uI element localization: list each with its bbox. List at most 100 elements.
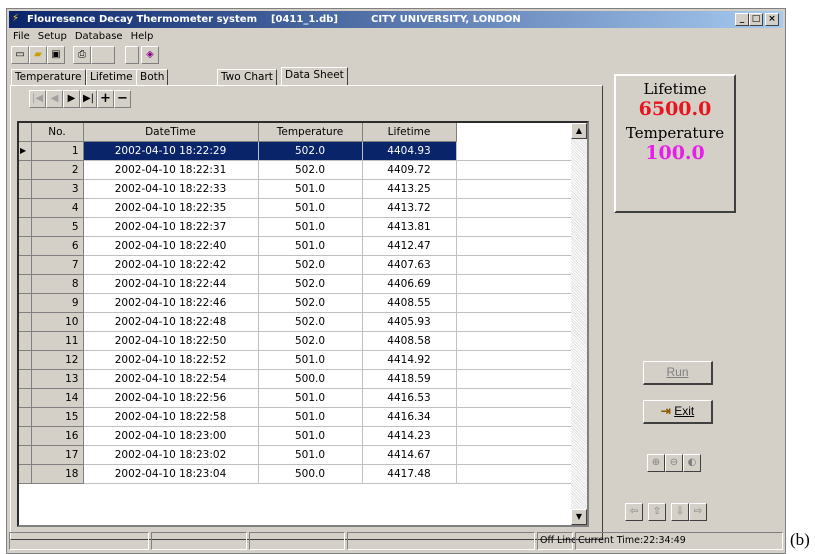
zoom-in-icon[interactable]: ⊕ [647, 454, 665, 472]
minimize-button[interactable]: _ [735, 13, 749, 26]
cell-lifetime[interactable]: 4414.67 [362, 445, 457, 465]
table-row[interactable]: 2 2002-04-10 18:22:31 502.0 4409.72 [19, 160, 575, 180]
table-row[interactable]: 17 2002-04-10 18:23:02 501.0 4414.67 [19, 445, 575, 465]
cell-temperature[interactable]: 500.0 [258, 369, 363, 389]
table-row[interactable]: 14 2002-04-10 18:22:56 501.0 4416.53 [19, 388, 575, 408]
table-row[interactable]: 18 2002-04-10 18:23:04 500.0 4417.48 [19, 464, 575, 484]
run-button[interactable]: Run [643, 361, 713, 385]
cell-datetime[interactable]: 2002-04-10 18:22:42 [83, 255, 259, 275]
table-row[interactable]: 12 2002-04-10 18:22:52 501.0 4414.92 [19, 350, 575, 370]
cell-lifetime[interactable]: 4414.23 [362, 426, 457, 446]
cell-lifetime[interactable]: 4414.92 [362, 350, 457, 370]
cell-temperature[interactable]: 502.0 [258, 293, 363, 313]
cell-lifetime[interactable]: 4413.25 [362, 179, 457, 199]
cell-no[interactable]: 11 [31, 331, 84, 351]
maximize-button[interactable]: □ [749, 13, 763, 26]
cell-lifetime[interactable]: 4407.63 [362, 255, 457, 275]
pan-right-icon[interactable]: ⇨ [689, 503, 707, 521]
cell-temperature[interactable]: 502.0 [258, 160, 363, 180]
cell-lifetime[interactable]: 4413.81 [362, 217, 457, 237]
cell-lifetime[interactable]: 4404.93 [362, 141, 457, 161]
cell-no[interactable]: 8 [31, 274, 84, 294]
scroll-down-icon[interactable]: ▼ [571, 509, 587, 525]
cell-datetime[interactable]: 2002-04-10 18:22:35 [83, 198, 259, 218]
menu-file[interactable]: File [9, 29, 34, 45]
zoom-out-icon[interactable]: ⊖ [665, 454, 683, 472]
next-record-icon[interactable]: ▶ [63, 90, 80, 108]
cell-temperature[interactable]: 501.0 [258, 217, 363, 237]
cell-temperature[interactable]: 500.0 [258, 464, 363, 484]
tab-temperature[interactable]: Temperature [11, 69, 86, 85]
cell-lifetime[interactable]: 4412.47 [362, 236, 457, 256]
cell-no[interactable]: 5 [31, 217, 84, 237]
menu-setup[interactable]: Setup [34, 29, 71, 45]
cell-no[interactable]: 4 [31, 198, 84, 218]
cell-no[interactable]: 7 [31, 255, 84, 275]
save-icon[interactable]: ▣ [47, 46, 65, 64]
cell-temperature[interactable]: 501.0 [258, 407, 363, 427]
cell-temperature[interactable]: 501.0 [258, 388, 363, 408]
pan-up-icon[interactable]: ⇧ [648, 503, 666, 521]
cell-datetime[interactable]: 2002-04-10 18:22:40 [83, 236, 259, 256]
tab-two-chart[interactable]: Two Chart [217, 69, 277, 85]
pan-left-icon[interactable]: ⇦ [625, 503, 643, 521]
cell-temperature[interactable]: 501.0 [258, 236, 363, 256]
cell-temperature[interactable]: 501.0 [258, 179, 363, 199]
cell-lifetime[interactable]: 4416.34 [362, 407, 457, 427]
cell-datetime[interactable]: 2002-04-10 18:22:31 [83, 160, 259, 180]
cell-datetime[interactable]: 2002-04-10 18:22:58 [83, 407, 259, 427]
scroll-up-icon[interactable]: ▲ [571, 123, 587, 139]
open-folder-icon[interactable]: ▰ [29, 46, 47, 64]
cell-lifetime[interactable]: 4406.69 [362, 274, 457, 294]
table-row[interactable]: 6 2002-04-10 18:22:40 501.0 4412.47 [19, 236, 575, 256]
reset-zoom-icon[interactable]: ◐ [683, 454, 701, 472]
cell-lifetime[interactable]: 4405.93 [362, 312, 457, 332]
table-row[interactable]: 8 2002-04-10 18:22:44 502.0 4406.69 [19, 274, 575, 294]
new-file-icon[interactable]: ▭ [11, 46, 29, 64]
table-row[interactable]: 16 2002-04-10 18:23:00 501.0 4414.23 [19, 426, 575, 446]
cell-no[interactable]: 9 [31, 293, 84, 313]
cell-no[interactable]: 6 [31, 236, 84, 256]
last-record-icon[interactable]: ▶| [80, 90, 97, 108]
cell-no[interactable]: 16 [31, 426, 84, 446]
table-row[interactable]: 10 2002-04-10 18:22:48 502.0 4405.93 [19, 312, 575, 332]
cell-no[interactable]: 14 [31, 388, 84, 408]
cell-lifetime[interactable]: 4417.48 [362, 464, 457, 484]
cell-datetime[interactable]: 2002-04-10 18:22:44 [83, 274, 259, 294]
column-header-datetime[interactable]: DateTime [83, 123, 259, 142]
cell-datetime[interactable]: 2002-04-10 18:22:46 [83, 293, 259, 313]
cell-temperature[interactable]: 501.0 [258, 426, 363, 446]
cell-temperature[interactable]: 501.0 [258, 445, 363, 465]
cell-datetime[interactable]: 2002-04-10 18:23:04 [83, 464, 259, 484]
pan-down-icon[interactable]: ⇩ [671, 503, 689, 521]
delete-record-icon[interactable]: − [114, 90, 131, 108]
table-row[interactable]: 15 2002-04-10 18:22:58 501.0 4416.34 [19, 407, 575, 427]
cell-no[interactable]: 2 [31, 160, 84, 180]
cell-lifetime[interactable]: 4408.55 [362, 293, 457, 313]
data-grid[interactable]: No. DateTime Temperature Lifetime ▶ 1 2002… [17, 121, 589, 527]
cell-datetime[interactable]: 2002-04-10 18:22:29 [83, 141, 259, 161]
exit-button[interactable]: ⇥ Exit [643, 400, 713, 424]
table-row[interactable]: 9 2002-04-10 18:22:46 502.0 4408.55 [19, 293, 575, 313]
cell-datetime[interactable]: 2002-04-10 18:22:52 [83, 350, 259, 370]
table-row[interactable]: 5 2002-04-10 18:22:37 501.0 4413.81 [19, 217, 575, 237]
column-header-lifetime[interactable]: Lifetime [362, 123, 457, 142]
table-row[interactable]: 13 2002-04-10 18:22:54 500.0 4418.59 [19, 369, 575, 389]
cell-lifetime[interactable]: 4418.59 [362, 369, 457, 389]
column-header-temperature[interactable]: Temperature [258, 123, 363, 142]
table-row[interactable]: 3 2002-04-10 18:22:33 501.0 4413.25 [19, 179, 575, 199]
cell-lifetime[interactable]: 4413.72 [362, 198, 457, 218]
cell-datetime[interactable]: 2002-04-10 18:22:48 [83, 312, 259, 332]
cell-datetime[interactable]: 2002-04-10 18:22:37 [83, 217, 259, 237]
cell-no[interactable]: 12 [31, 350, 84, 370]
insert-record-icon[interactable]: + [97, 90, 114, 108]
cell-no[interactable]: 13 [31, 369, 84, 389]
cell-temperature[interactable]: 502.0 [258, 274, 363, 294]
cell-no[interactable]: 3 [31, 179, 84, 199]
column-header-no[interactable]: No. [31, 123, 84, 142]
first-record-icon[interactable]: |◀ [29, 90, 46, 108]
cell-no[interactable]: 1 [31, 141, 84, 161]
cell-temperature[interactable]: 502.0 [258, 255, 363, 275]
cell-no[interactable]: 15 [31, 407, 84, 427]
table-row[interactable]: 4 2002-04-10 18:22:35 501.0 4413.72 [19, 198, 575, 218]
